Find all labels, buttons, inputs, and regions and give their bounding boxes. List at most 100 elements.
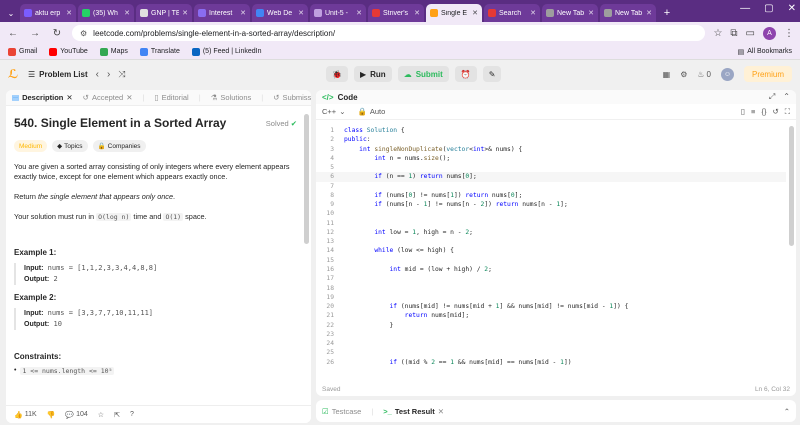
browser-tab[interactable]: Interest ✕ [194, 4, 250, 22]
all-bookmarks-button[interactable]: ▤ All Bookmarks [738, 48, 792, 56]
reload-icon[interactable]: ↻ [50, 26, 64, 40]
debug-button[interactable]: 🐞 [326, 66, 348, 82]
share-icon[interactable]: ⇱ [114, 411, 120, 419]
browser-tab[interactable]: Search ✕ [484, 4, 540, 22]
submit-button[interactable]: ☁ Submit [397, 66, 449, 82]
braces-icon[interactable]: {} [761, 107, 766, 117]
tab-close-icon[interactable]: ✕ [646, 9, 652, 17]
submit-label: Submit [415, 69, 443, 79]
user-avatar[interactable]: ☺ [720, 67, 734, 81]
tab-close-icon[interactable]: ✕ [124, 9, 130, 17]
settings-icon[interactable]: ⚙ [680, 70, 687, 79]
omnibox[interactable]: ⚙ leetcode.com/problems/single-element-i… [72, 25, 706, 41]
layout-icon[interactable]: ▦ [663, 70, 671, 79]
auto-mode[interactable]: 🔒 Auto [357, 107, 385, 116]
bookmark-star-icon[interactable]: ☆ [713, 28, 722, 39]
output-label: Output: [24, 321, 50, 328]
tab-description[interactable]: ▤ Description ✕ [12, 93, 73, 102]
bookmark-item[interactable]: (5) Feed | LinkedIn [191, 47, 261, 56]
browser-tab[interactable]: Web De ✕ [252, 4, 308, 22]
tab-editorial[interactable]: ▯ Editorial [154, 93, 188, 102]
tab-close-icon[interactable]: ✕ [438, 407, 444, 416]
tab-close-icon[interactable]: ✕ [530, 9, 536, 17]
comments-button[interactable]: 💬 104 [65, 411, 87, 419]
tab-close-icon[interactable]: ✕ [414, 9, 420, 17]
bookmarks-bar: Gmail YouTube Maps Translate (5) Feed | Link… [0, 44, 800, 60]
browser-tab-title: GNP | TE [151, 9, 180, 17]
browser-tab[interactable]: Single E ✕ [426, 4, 482, 22]
difficulty-badge: Medium [14, 140, 48, 152]
tab-close-icon[interactable]: ✕ [182, 9, 188, 17]
profile-avatar[interactable]: A [763, 26, 776, 40]
fullscreen-icon[interactable]: ⛶ [785, 107, 790, 117]
bookmark-item[interactable]: YouTube [49, 47, 88, 56]
tab-close-icon[interactable]: ✕ [298, 9, 304, 17]
tab-solutions[interactable]: ⚗ Solutions [211, 93, 252, 102]
bookmark-icon[interactable]: ▯ [741, 107, 745, 117]
problem-list-button[interactable]: ☰ Problem List [28, 70, 88, 79]
next-problem-icon[interactable]: › [107, 69, 110, 80]
problem-title[interactable]: 540. Single Element in a Sorted Array [14, 116, 303, 130]
code-line: 7 [316, 182, 786, 191]
leetcode-logo-icon[interactable]: ℒ [8, 67, 20, 81]
tab-testcase[interactable]: ☑ Testcase [322, 407, 361, 416]
format-icon[interactable]: ≡ [751, 107, 755, 117]
streak-counter[interactable]: ♨ 0 [697, 70, 711, 79]
collapse-panel-icon[interactable]: ⌃ [783, 92, 790, 102]
help-icon[interactable]: ? [130, 411, 134, 418]
browser-tab[interactable]: (35) Wh ✕ [78, 4, 134, 22]
menu-dots-icon[interactable]: ⋮ [784, 28, 794, 39]
back-icon[interactable]: ← [6, 26, 20, 40]
description-scrollbar[interactable] [304, 114, 309, 244]
dislike-button[interactable]: 👎 [47, 411, 56, 419]
tab-close-icon[interactable]: ✕ [588, 9, 594, 17]
prev-problem-icon[interactable]: ‹ [96, 69, 99, 80]
language-select[interactable]: C++ ⌄ [322, 107, 345, 116]
tab-close-icon[interactable]: ✕ [66, 93, 72, 102]
browser-tab[interactable]: New Tab ✕ [542, 4, 598, 22]
maximize-panel-icon[interactable]: ⤢ [769, 92, 775, 102]
maximize-icon[interactable]: ▢ [764, 3, 773, 14]
new-tab-button[interactable]: + [660, 6, 674, 20]
browser-tab[interactable]: Striver's ✕ [368, 4, 424, 22]
run-button[interactable]: ▶ Run [353, 66, 392, 82]
expand-up-icon[interactable]: ⌃ [784, 407, 790, 416]
premium-button[interactable]: Premium [743, 66, 792, 82]
tab-search-dropdown-icon[interactable]: ⌄ [4, 6, 18, 20]
tab-close-icon[interactable]: ✕ [66, 9, 72, 17]
tab-close-icon[interactable]: ✕ [126, 93, 132, 102]
tab-test-result[interactable]: >_ Test Result ✕ [383, 407, 444, 416]
forward-icon[interactable]: → [28, 26, 42, 40]
close-window-icon[interactable]: ✕ [788, 3, 796, 14]
bookmark-item[interactable]: Gmail [8, 47, 37, 56]
tab-close-icon[interactable]: ✕ [356, 9, 362, 17]
notes-button[interactable]: ✎ [482, 66, 502, 82]
bookmark-item[interactable]: Maps [99, 47, 128, 56]
bookmark-item[interactable]: Translate [139, 47, 180, 56]
tab-close-icon[interactable]: ✕ [472, 9, 478, 17]
browser-tab[interactable]: GNP | TE ✕ [136, 4, 192, 22]
timer-button[interactable]: ⏰ [454, 66, 477, 82]
favorite-star-icon[interactable]: ☆ [98, 411, 104, 419]
code-text: if (nums[mid] != nums[mid + 1] && nums[m… [389, 303, 629, 311]
topics-tag[interactable]: ◆ Topics [52, 140, 88, 152]
minimize-icon[interactable]: — [740, 3, 750, 14]
browser-tab[interactable]: Unit-5 - ✕ [310, 4, 366, 22]
url-text: leetcode.com/problems/single-element-in-… [93, 28, 336, 38]
companies-tag[interactable]: 🔒 Companies [92, 140, 146, 152]
code-line: 16 int mid = (low + high) / 2; [316, 265, 786, 274]
like-button[interactable]: 👍 11K [14, 411, 37, 419]
extensions-icon[interactable]: ⧉ [730, 28, 737, 39]
tab-close-icon[interactable]: ✕ [240, 9, 246, 17]
browser-tab[interactable]: New Tab ✕ [600, 4, 656, 22]
site-info-icon[interactable]: ⚙ [80, 29, 87, 38]
code-scrollbar[interactable] [789, 126, 794, 246]
tab-accepted[interactable]: ↺ Accepted ✕ [83, 93, 133, 102]
sidepanel-icon[interactable]: ▭ [746, 28, 755, 39]
save-status: Saved [322, 385, 341, 393]
browser-tab[interactable]: aktu erp ✕ [20, 4, 76, 22]
tab-submissions[interactable]: ↺ Submissions [273, 93, 311, 102]
shuffle-icon[interactable]: ⤨ [118, 69, 125, 80]
code-editor[interactable]: 1 class Solution {2 public: 3 int singleNon… [316, 126, 786, 380]
reset-icon[interactable]: ↺ [772, 107, 778, 117]
